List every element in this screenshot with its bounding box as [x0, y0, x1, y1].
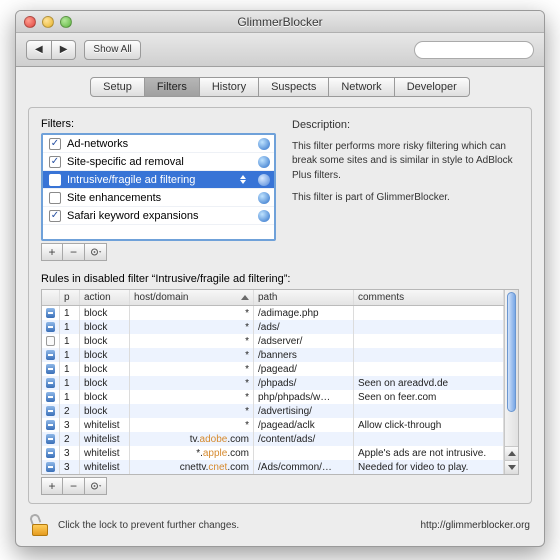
col-host[interactable]: host/domain — [130, 290, 254, 305]
filter-name: Safari keyword expansions — [67, 210, 198, 222]
description-text-2: This filter is part of GlimmerBlocker. — [292, 191, 519, 206]
tab-suspects[interactable]: Suspects — [259, 77, 329, 97]
table-row[interactable]: 1block*/phpads/Seen on areadvd.de — [42, 376, 504, 390]
exclude-icon — [46, 322, 55, 332]
description-label: Description: — [292, 118, 519, 134]
table-row[interactable]: 3whitelist*/pagead/aclkAllow click-throu… — [42, 418, 504, 432]
table-row[interactable]: 2whitelisttv.adobe.com/content/ads/ — [42, 432, 504, 446]
titlebar[interactable]: GlimmerBlocker — [16, 11, 544, 33]
scroll-down-button[interactable] — [505, 460, 518, 474]
filter-name: Site enhancements — [67, 192, 161, 204]
rules-table: p action host/domain path comments 1bloc… — [41, 289, 519, 475]
col-icon[interactable] — [42, 290, 60, 305]
globe-icon — [258, 138, 270, 150]
globe-icon — [258, 210, 270, 222]
search-input[interactable] — [425, 44, 545, 56]
tab-history[interactable]: History — [200, 77, 259, 97]
exclude-icon — [46, 420, 55, 430]
exclude-icon — [46, 378, 55, 388]
exclude-icon — [46, 308, 55, 318]
filter-item[interactable]: Site enhancements — [43, 189, 274, 207]
exclude-icon — [46, 364, 55, 374]
filters-toolbar: + − — [41, 243, 276, 261]
table-row[interactable]: 1block*/banners — [42, 348, 504, 362]
checkbox[interactable] — [49, 192, 61, 204]
filter-gear-button[interactable] — [85, 243, 107, 261]
gear-icon — [90, 481, 102, 491]
add-filter-button[interactable]: + — [41, 243, 63, 261]
col-path[interactable]: path — [254, 290, 354, 305]
tab-network[interactable]: Network — [329, 77, 394, 97]
table-row[interactable]: 2block*/advertising/ — [42, 404, 504, 418]
table-row[interactable]: 1block*/ads/ — [42, 320, 504, 334]
checkbox[interactable] — [49, 156, 61, 168]
globe-icon — [258, 174, 270, 186]
table-row[interactable]: 3whitelist*.apple.comApple's ads are not… — [42, 446, 504, 460]
filters-label: Filters: — [41, 118, 276, 130]
exclude-icon — [46, 350, 55, 360]
checkbox[interactable] — [49, 174, 61, 186]
lock-text: Click the lock to prevent further change… — [58, 520, 239, 531]
checkbox[interactable] — [49, 138, 61, 150]
filter-name: Ad-networks — [67, 138, 128, 150]
table-row[interactable]: 1block*/adimage.php — [42, 306, 504, 320]
globe-icon — [258, 192, 270, 204]
add-rule-button[interactable]: + — [41, 477, 63, 495]
close-icon[interactable] — [24, 16, 36, 28]
rule-gear-button[interactable] — [85, 477, 107, 495]
filter-item[interactable]: Ad-networks — [43, 135, 274, 153]
rules-label: Rules in disabled filter “Intrusive/frag… — [41, 273, 519, 285]
remove-filter-button[interactable]: − — [63, 243, 85, 261]
tab-developer[interactable]: Developer — [395, 77, 470, 97]
description-text-1: This filter performs more risky filterin… — [292, 140, 519, 184]
sort-asc-icon — [241, 295, 249, 300]
exclude-icon — [46, 434, 55, 444]
exclude-icon — [46, 448, 55, 458]
exclude-icon — [46, 406, 55, 416]
table-row[interactable]: 1block*php/phpads/w…Seen on feer.com — [42, 390, 504, 404]
search-field[interactable] — [414, 41, 534, 59]
remove-rule-button[interactable]: − — [63, 477, 85, 495]
panel: Filters: Ad-networks Site-specific ad rem… — [28, 107, 532, 504]
back-button[interactable]: ◀ — [26, 40, 52, 60]
minimize-icon[interactable] — [42, 16, 54, 28]
table-row[interactable]: 3whitelistcnettv.cnet.com/Ads/common/…Ne… — [42, 460, 504, 474]
gear-icon — [90, 247, 102, 257]
tab-filters[interactable]: Filters — [145, 77, 200, 97]
rules-header[interactable]: p action host/domain path comments — [42, 290, 504, 306]
col-priority[interactable]: p — [60, 290, 80, 305]
tab-bar: SetupFiltersHistorySuspectsNetworkDevelo… — [16, 67, 544, 97]
window-title: GlimmerBlocker — [16, 15, 544, 29]
table-row[interactable]: 1block*/adserver/ — [42, 334, 504, 348]
table-row[interactable]: 1block*/pagead/ — [42, 362, 504, 376]
scrollbar-thumb[interactable] — [507, 292, 516, 412]
filter-item[interactable]: Site-specific ad removal — [43, 153, 274, 171]
scrollbar[interactable] — [504, 290, 518, 474]
footer: Click the lock to prevent further change… — [16, 504, 544, 546]
col-action[interactable]: action — [80, 290, 130, 305]
exclude-icon — [46, 392, 55, 402]
lock-icon[interactable] — [30, 514, 50, 536]
include-icon — [46, 336, 55, 346]
zoom-icon[interactable] — [60, 16, 72, 28]
url-link[interactable]: http://glimmerblocker.org — [421, 520, 531, 531]
rules-toolbar: + − — [41, 477, 519, 495]
tab-setup[interactable]: Setup — [90, 77, 145, 97]
show-all-button[interactable]: Show All — [84, 40, 140, 60]
toolbar: ◀ ▶ Show All — [16, 33, 544, 67]
filter-item[interactable]: Safari keyword expansions — [43, 207, 274, 225]
checkbox[interactable] — [49, 210, 61, 222]
filter-name: Site-specific ad removal — [67, 156, 184, 168]
filter-name: Intrusive/fragile ad filtering — [67, 174, 195, 186]
updown-icon[interactable] — [238, 175, 248, 184]
window: GlimmerBlocker ◀ ▶ Show All SetupFilters… — [15, 10, 545, 547]
filters-list[interactable]: Ad-networks Site-specific ad removal Intru… — [41, 133, 276, 241]
exclude-icon — [46, 462, 55, 472]
globe-icon — [258, 156, 270, 168]
col-comments[interactable]: comments — [354, 290, 504, 305]
scroll-up-button[interactable] — [505, 446, 518, 460]
forward-button[interactable]: ▶ — [52, 40, 77, 60]
filter-item[interactable]: Intrusive/fragile ad filtering — [43, 171, 274, 189]
